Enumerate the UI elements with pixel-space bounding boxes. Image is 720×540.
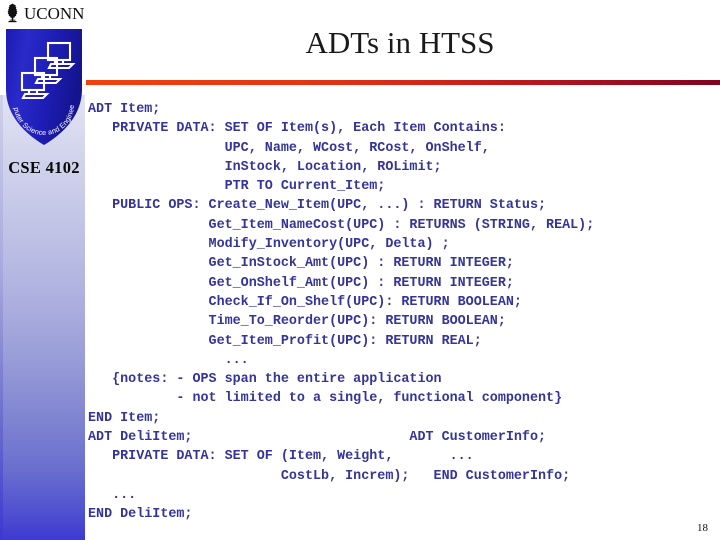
code-line: PRIVATE DATA: SET OF Item(s), Each Item … (88, 121, 506, 137)
uconn-wordmark: UCONN (4, 1, 86, 25)
code-line: ... (88, 487, 137, 503)
code-line: PTR TO Current_Item; (88, 179, 386, 195)
code-line: Check_If_On_Shelf(UPC): RETURN BOOLEAN; (88, 294, 522, 310)
code-line: CostLb, Increm); END CustomerInfo; (88, 468, 571, 484)
code-line: {notes: - OPS span the entire applicatio… (88, 372, 442, 388)
code-line: PRIVATE DATA: SET OF (Item, Weight, ... (88, 449, 474, 465)
adt-code-block: ADT Item; PRIVATE DATA: SET OF Item(s), … (88, 100, 720, 525)
code-line: PUBLIC OPS: Create_New_Item(UPC, ...) : … (88, 198, 547, 214)
code-line: Time_To_Reorder(UPC): RETURN BOOLEAN; (88, 314, 506, 330)
page-title: ADTs in HTSS (305, 25, 495, 60)
code-line: InStock, Location, ROLimit; (88, 159, 442, 175)
course-number-label: CSE 4102 (8, 158, 80, 177)
code-line: Get_Item_NameCost(UPC) : RETURNS (STRING… (88, 217, 595, 233)
code-line: END DeliItem; (88, 507, 193, 523)
code-line: ... (88, 352, 249, 368)
code-line: END Item; (88, 410, 161, 426)
slide: UCONN Computer Scie (0, 0, 720, 540)
code-line: Get_OnShelf_Amt(UPC) : RETURN INTEGER; (88, 275, 514, 291)
oak-leaf-emblem-icon (7, 3, 18, 23)
code-line: ADT Item; (88, 102, 161, 117)
code-line: Modify_Inventory(UPC, Delta) ; (88, 237, 450, 253)
code-line: ADT DeliItem; ADT CustomerInfo; (88, 430, 547, 446)
code-line: UPC, Name, WCost, RCost, OnShelf, (88, 140, 490, 156)
page-number: 18 (697, 522, 708, 534)
uconn-wordmark-text: UCONN (24, 3, 85, 23)
code-line: - not limited to a single, functional co… (88, 391, 563, 407)
code-line: Get_Item_Profit(UPC): RETURN REAL; (88, 333, 482, 349)
code-line: Get_InStock_Amt(UPC) : RETURN INTEGER; (88, 256, 514, 272)
cse-shield-icon: Computer Science and Engineering (2, 27, 82, 145)
title-divider-rule (86, 80, 720, 85)
